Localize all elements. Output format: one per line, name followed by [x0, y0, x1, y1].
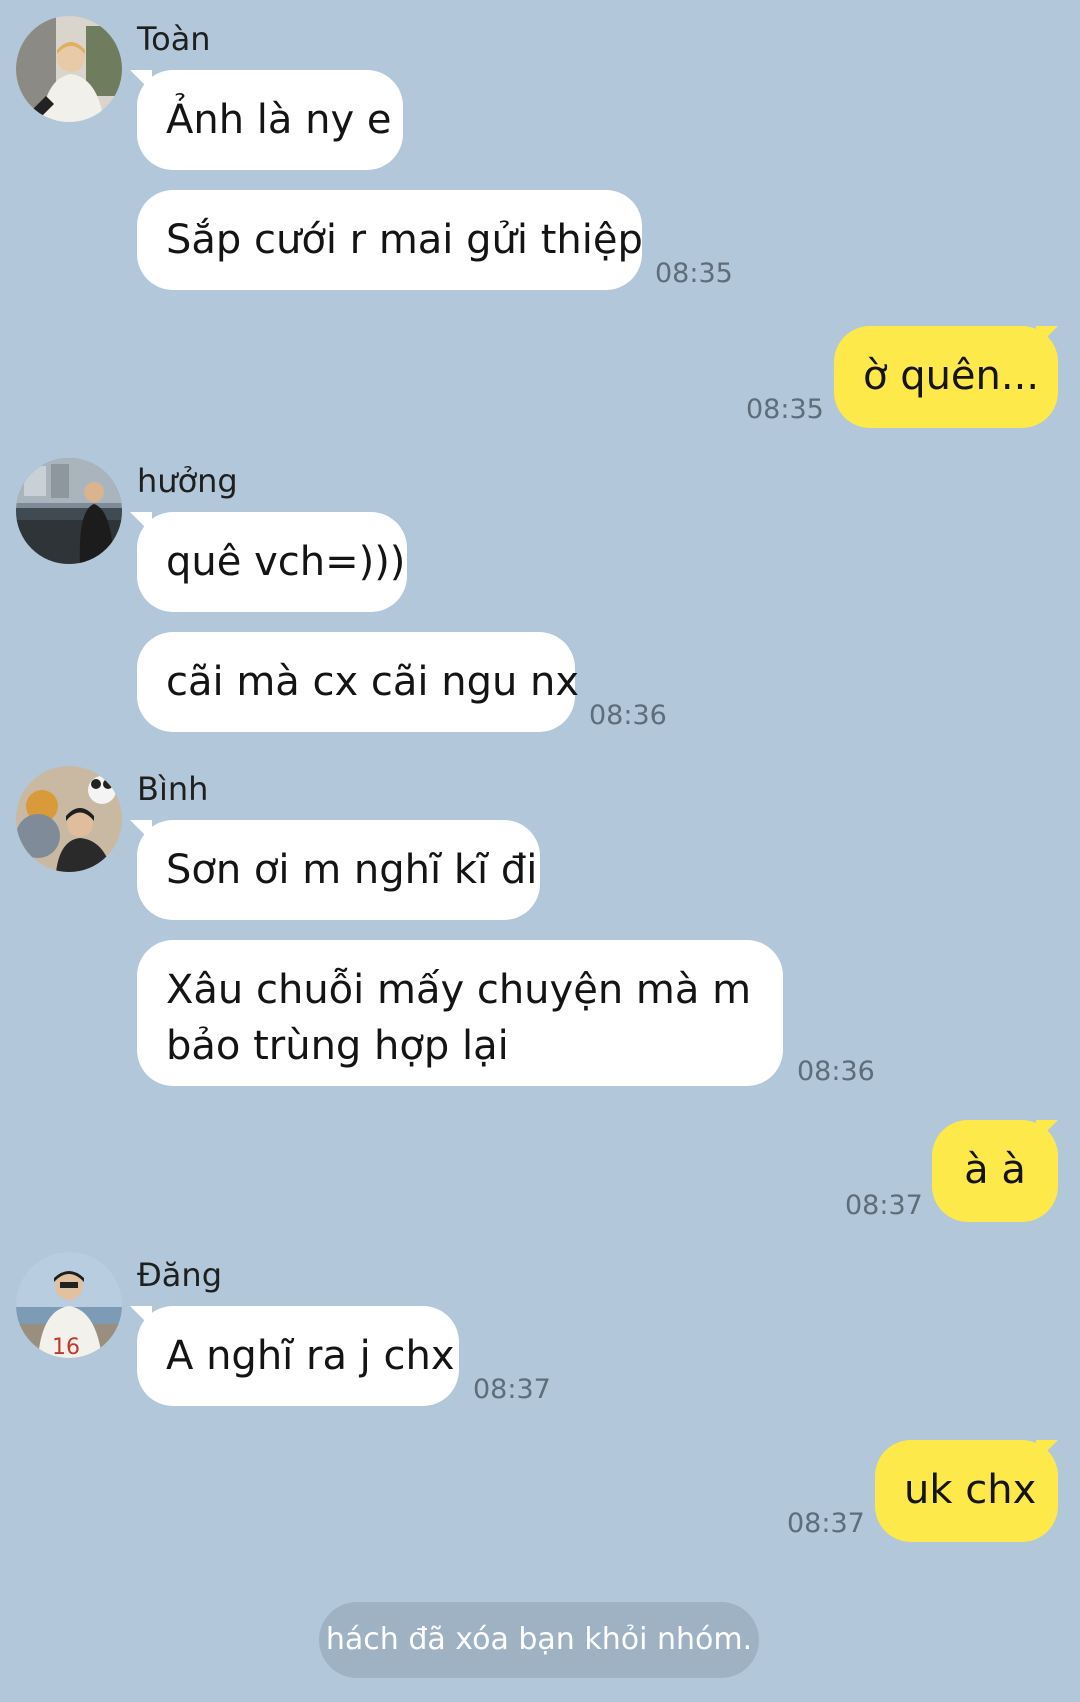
message-time: 08:37 [473, 1374, 551, 1405]
my-message-bubble[interactable]: uk chx [875, 1440, 1058, 1542]
message-bubble[interactable]: Sắp cưới r mai gửi thiệp [137, 190, 643, 290]
bubble-tail [1036, 326, 1058, 348]
message-time: 08:37 [787, 1508, 865, 1539]
message-time: 08:36 [797, 1056, 875, 1087]
message-time: 08:35 [746, 394, 824, 425]
sender-name: Bình [137, 770, 209, 808]
chat-room: Toàn Ảnh là ny e Sắp cưới r mai gửi thiệ… [0, 0, 1080, 1702]
sender-name: Toàn [137, 20, 211, 58]
bubble-tail [1036, 1120, 1058, 1142]
avatar-toan[interactable] [16, 16, 122, 122]
avatar-binh[interactable] [16, 766, 122, 872]
message-time: 08:35 [655, 258, 733, 289]
message-bubble[interactable]: A nghĩ ra j chx [137, 1306, 459, 1406]
my-message-bubble[interactable]: ờ quên... [834, 326, 1058, 428]
message-bubble[interactable]: quê vch=))) [137, 512, 407, 612]
message-time: 08:36 [589, 700, 667, 731]
bubble-tail [1036, 1440, 1058, 1462]
sender-name: Đăng [137, 1256, 222, 1294]
sender-name: hưởng [137, 462, 238, 500]
svg-text:16: 16 [52, 1335, 80, 1358]
message-bubble[interactable]: Xâu chuỗi mấy chuyện mà m bảo trùng hợp … [137, 940, 783, 1086]
avatar-huong[interactable] [16, 458, 122, 564]
message-time: 08:37 [845, 1190, 923, 1221]
message-bubble[interactable]: Sơn ơi m nghĩ kĩ đi [137, 820, 540, 920]
message-bubble[interactable]: cãi mà cx cãi ngu nx [137, 632, 579, 732]
avatar-dang[interactable]: 16 [16, 1252, 122, 1358]
message-bubble[interactable]: Ảnh là ny e [137, 70, 403, 170]
system-notice: hách đã xóa bạn khỏi nhóm. [319, 1602, 759, 1678]
